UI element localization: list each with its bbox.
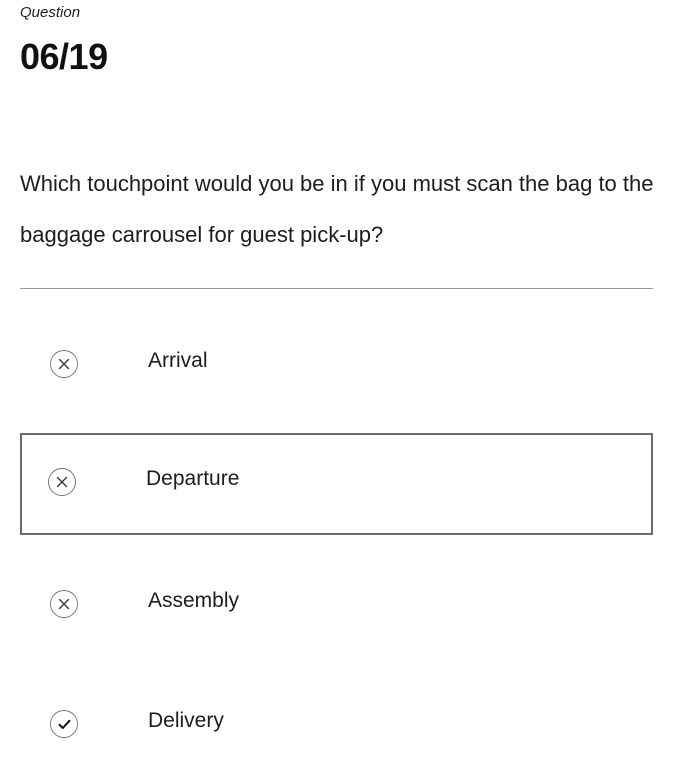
check-circle-icon	[50, 710, 78, 738]
question-counter: 06/19	[20, 36, 108, 77]
option-label: Assembly	[148, 589, 240, 612]
option-delivery[interactable]: Delivery	[20, 673, 653, 775]
question-label: Question	[20, 4, 81, 21]
option-label: Arrival	[148, 349, 208, 372]
x-circle-icon	[50, 350, 78, 378]
option-departure[interactable]: Departure	[20, 433, 653, 535]
question-text: Which touchpoint would you be in if you …	[20, 171, 654, 247]
x-circle-icon	[50, 590, 78, 618]
divider	[20, 288, 653, 289]
option-arrival[interactable]: Arrival	[20, 313, 653, 415]
option-label: Delivery	[148, 709, 224, 732]
option-assembly[interactable]: Assembly	[20, 553, 653, 655]
x-circle-icon	[48, 468, 76, 496]
option-label: Departure	[146, 467, 240, 490]
